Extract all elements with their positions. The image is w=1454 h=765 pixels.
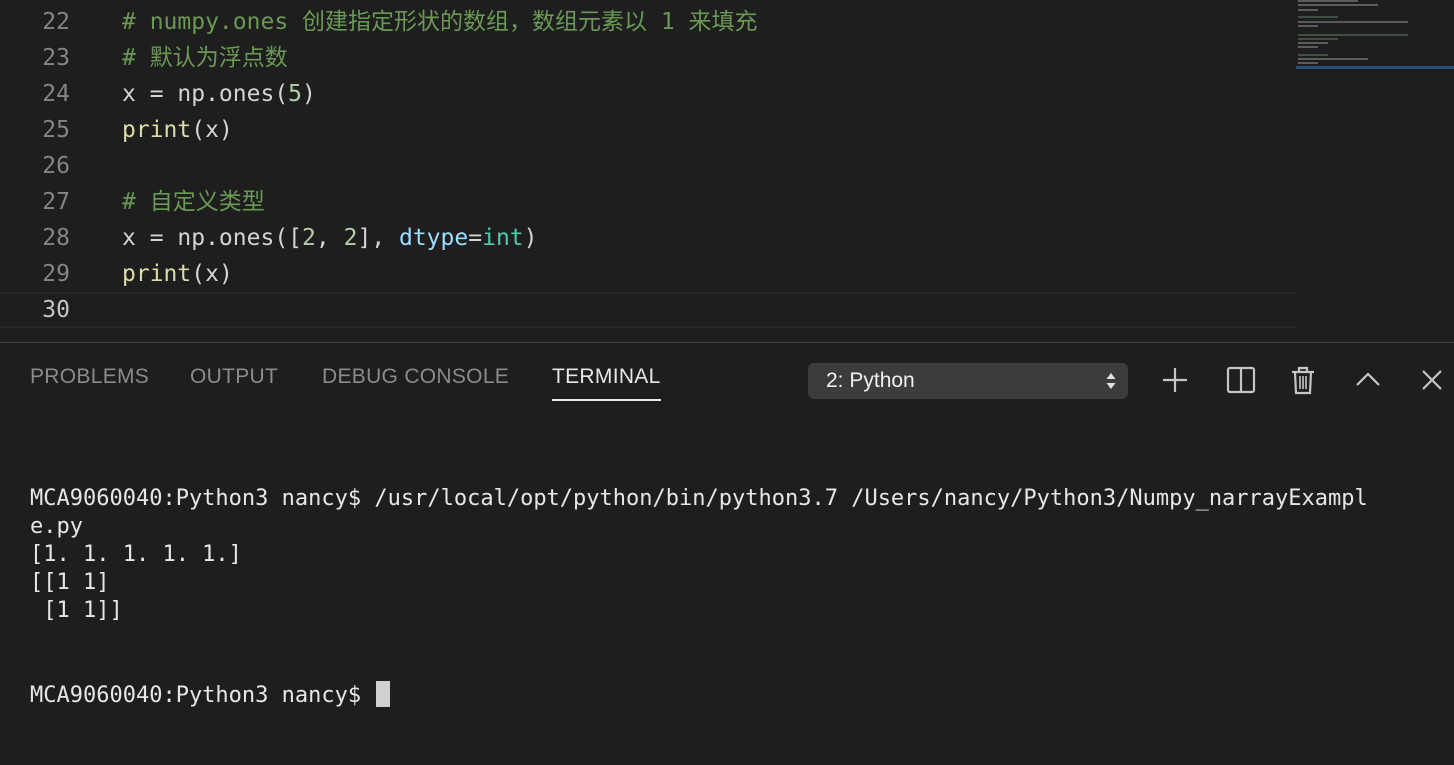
line-number: 22 <box>42 9 70 35</box>
code-token: print <box>122 117 192 143</box>
terminal-prompt-line: MCA9060040:Python3 nancy$ <box>30 681 1440 709</box>
code-editor[interactable]: 22 # numpy.ones 创建指定形状的数组，数组元素以 1 来填充 23 # … <box>0 0 1454 342</box>
terminal-line: e.py <box>30 514 83 539</box>
trash-icon[interactable] <box>1286 363 1320 397</box>
code-line[interactable]: 23 # 默认为浮点数 <box>0 40 1296 76</box>
code-token: 2 <box>343 225 358 251</box>
line-source: # 自定义类型 <box>122 184 265 220</box>
code-token: int <box>482 225 524 251</box>
line-source: # 默认为浮点数 <box>122 40 288 76</box>
chevron-up-icon[interactable] <box>1351 363 1385 397</box>
split-terminal-icon[interactable] <box>1224 363 1258 397</box>
tab-terminal[interactable]: TERMINAL <box>552 365 661 401</box>
minimap[interactable] <box>1296 0 1454 342</box>
minimap-line <box>1298 62 1318 64</box>
code-token: x = np.ones([ <box>122 225 303 251</box>
code-line[interactable]: 26 <box>0 148 1296 184</box>
line-number: 28 <box>42 225 70 251</box>
minimap-slider[interactable] <box>1296 66 1454 69</box>
code-token: dtype <box>398 225 469 251</box>
line-source: print(x) <box>122 112 233 148</box>
code-token: 5 <box>288 81 303 107</box>
terminal-output[interactable]: MCA9060040:Python3 nancy$ /usr/local/opt… <box>30 429 1440 765</box>
minimap-line <box>1298 0 1358 2</box>
terminal-line: [[1 1] <box>30 570 110 595</box>
terminal-cursor <box>376 681 391 707</box>
line-number: 25 <box>42 117 70 143</box>
code-token: # 默认为浮点数 <box>122 45 288 71</box>
select-arrows-icon <box>1104 363 1118 399</box>
code-token: print <box>122 261 192 287</box>
minimap-line <box>1298 25 1318 27</box>
plus-icon[interactable] <box>1158 363 1192 397</box>
terminal-line: [1. 1. 1. 1. 1.] <box>30 542 242 567</box>
code-line[interactable]: 24 x = np.ones(5) <box>0 76 1296 112</box>
line-source: x = np.ones(5) <box>122 76 316 112</box>
code-token: # numpy.ones 创建指定形状的数组，数组元素以 1 来填充 <box>122 9 758 35</box>
minimap-line <box>1298 46 1318 48</box>
code-token: (x) <box>191 117 233 143</box>
terminal-lines: MCA9060040:Python3 nancy$ /usr/local/opt… <box>30 485 1440 625</box>
code-line[interactable]: 29 print(x) <box>0 256 1296 292</box>
code-line[interactable]: 30 <box>0 292 1296 328</box>
code-line[interactable]: 27 # 自定义类型 <box>0 184 1296 220</box>
line-number: 29 <box>42 261 70 287</box>
line-number: 30 <box>42 297 70 323</box>
code-line[interactable]: 28 x = np.ones([2, 2], dtype=int) <box>0 220 1296 256</box>
code-line[interactable]: 25 print(x) <box>0 112 1296 148</box>
close-icon[interactable] <box>1415 363 1449 397</box>
tab-debug-console[interactable]: DEBUG CONSOLE <box>322 365 509 399</box>
line-source: # numpy.ones 创建指定形状的数组，数组元素以 1 来填充 <box>122 4 758 40</box>
minimap-line <box>1298 58 1368 60</box>
minimap-line <box>1298 54 1328 56</box>
terminal-prompt: MCA9060040:Python3 nancy$ <box>30 683 375 708</box>
tab-output[interactable]: OUTPUT <box>190 365 278 399</box>
minimap-line <box>1298 4 1378 6</box>
minimap-line <box>1298 42 1328 44</box>
terminal-select[interactable]: 2: Python <box>808 363 1128 399</box>
code-token: 2 <box>302 225 316 251</box>
code-token: , <box>315 225 344 251</box>
code-token: # 自定义类型 <box>122 189 265 215</box>
code-token: ], <box>357 225 399 251</box>
minimap-line <box>1298 38 1338 40</box>
code-token: ) <box>302 81 316 107</box>
line-number: 23 <box>42 45 70 71</box>
line-number: 26 <box>42 153 70 179</box>
bottom-panel: PROBLEMS OUTPUT DEBUG CONSOLE TERMINAL 2… <box>0 342 1454 708</box>
terminal-line: [1 1]] <box>30 598 123 623</box>
minimap-line <box>1298 34 1408 36</box>
code-token: ) <box>523 225 538 251</box>
terminal-line: MCA9060040:Python3 nancy$ /usr/local/opt… <box>30 486 1368 511</box>
code-token: = <box>468 225 483 251</box>
code-line[interactable]: 22 # numpy.ones 创建指定形状的数组，数组元素以 1 来填充 <box>0 4 1296 40</box>
minimap-line <box>1298 9 1318 11</box>
tab-problems[interactable]: PROBLEMS <box>30 365 149 399</box>
code-token: (x) <box>191 261 233 287</box>
minimap-line <box>1298 21 1408 23</box>
line-number: 27 <box>42 189 70 215</box>
line-number: 24 <box>42 81 70 107</box>
code-token: x = np.ones( <box>122 81 289 107</box>
line-source: print(x) <box>122 256 233 292</box>
terminal-select-value: 2: Python <box>826 369 915 392</box>
line-source: x = np.ones([2, 2], dtype=int) <box>122 220 538 256</box>
minimap-line <box>1298 16 1338 18</box>
